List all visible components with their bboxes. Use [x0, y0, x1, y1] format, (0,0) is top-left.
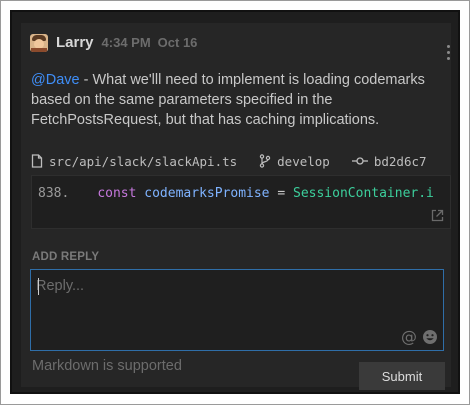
message-line-3: FetchPostsRequest, but that has caching …: [31, 112, 380, 128]
commit-hash: bd2d6c7: [373, 153, 427, 169]
author-name[interactable]: Larry: [56, 34, 94, 51]
commit-item[interactable]: bd2d6c7: [351, 153, 427, 169]
kebab-menu-icon[interactable]: [447, 45, 451, 61]
file-icon: [31, 154, 43, 168]
code-keyword: const: [97, 186, 137, 201]
post-time: 4:34 PM: [101, 34, 151, 50]
post-date: Oct 16: [157, 34, 198, 50]
reply-box[interactable]: @: [30, 269, 444, 351]
message-line-2: based on the same parameters specified i…: [31, 92, 333, 108]
code-operator: =: [277, 186, 286, 201]
avatar[interactable]: [30, 33, 48, 52]
branch-item[interactable]: develop: [259, 154, 330, 169]
markdown-note: Markdown is supported: [32, 358, 182, 374]
codemark-location: src/api/slack/slackApi.ts develop bd2d6c…: [31, 152, 451, 170]
file-path: src/api/slack/slackApi.ts: [49, 153, 238, 169]
post-message: @Dave - What we'lll need to implement is…: [31, 70, 451, 130]
code-line: 838. const codemarksPromise = SessionCont…: [38, 186, 434, 201]
code-snippet[interactable]: 838. const codemarksPromise = SessionCont…: [31, 175, 451, 229]
reply-input[interactable]: [36, 275, 396, 297]
git-commit-icon: [351, 157, 368, 165]
branch-name: develop: [277, 153, 330, 169]
submit-button[interactable]: Submit: [359, 362, 445, 390]
emoji-icon[interactable]: [422, 329, 438, 345]
at-icon[interactable]: @: [401, 327, 417, 346]
add-reply-label: ADD REPLY: [32, 251, 100, 263]
code-identifier: codemarksPromise: [144, 186, 270, 201]
text-cursor: [38, 278, 39, 295]
codemark-panel: Larry 4:34 PM Oct 16 @Dave - What we'lll…: [10, 10, 460, 394]
post-card: Larry 4:34 PM Oct 16 @Dave - What we'lll…: [21, 23, 451, 390]
file-path-item[interactable]: src/api/slack/slackApi.ts: [31, 154, 237, 169]
message-line-1: - What we'lll need to implement is loadi…: [79, 72, 425, 88]
git-branch-icon: [259, 154, 271, 168]
code-class: SessionContainer.i: [293, 186, 434, 201]
window-frame: Larry 4:34 PM Oct 16 @Dave - What we'lll…: [0, 0, 470, 405]
mention-link[interactable]: @Dave: [31, 72, 80, 88]
open-external-icon[interactable]: [431, 209, 444, 222]
line-number: 838.: [38, 186, 70, 201]
post-header: Larry 4:34 PM Oct 16: [30, 31, 197, 53]
